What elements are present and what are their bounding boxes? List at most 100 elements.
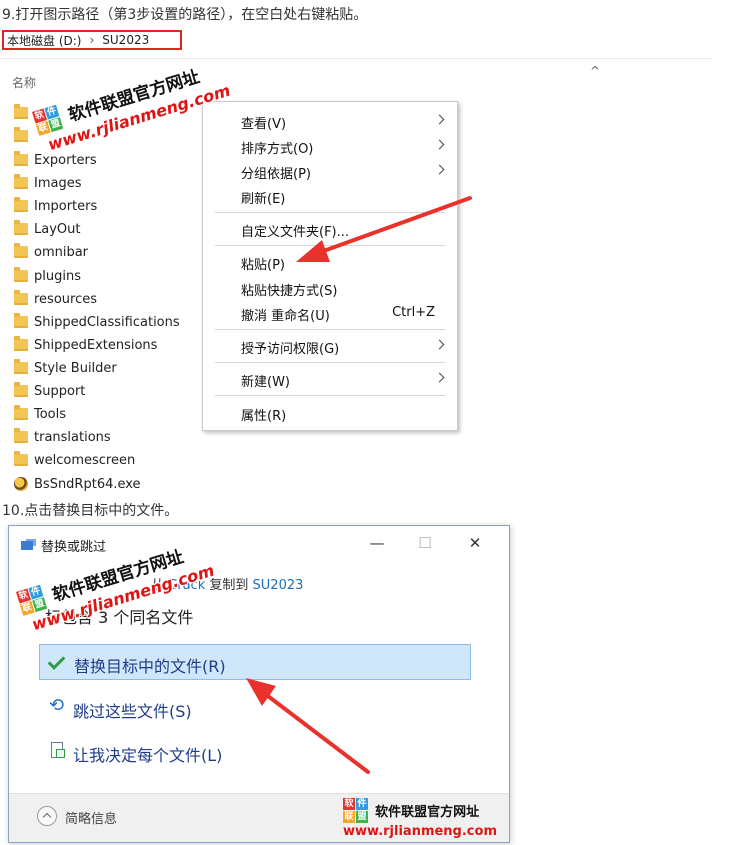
menu-item-group-by[interactable]: 分组依据(P) — [203, 159, 457, 183]
folder-icon — [14, 151, 28, 166]
file-list-item[interactable]: ShippedExtensions — [14, 335, 157, 355]
folder-icon — [14, 220, 28, 235]
menu-item-customize-folder[interactable]: 自定义文件夹(F)... — [203, 217, 457, 241]
menu-item-sort-by[interactable]: 排序方式(O) — [203, 134, 457, 158]
skip-files-option[interactable]: ⟲ 跳过这些文件(S) — [39, 690, 471, 726]
replace-label: 替换目标中的文件(R) — [74, 657, 226, 676]
close-button[interactable]: ✕ — [465, 534, 485, 552]
skip-icon: ⟲ — [49, 695, 65, 716]
menu-item-give-access[interactable]: 授予访问权限(G) — [203, 334, 457, 358]
menu-item-label: 自定义文件夹(F)... — [241, 225, 350, 240]
folder-icon — [14, 267, 28, 282]
breadcrumb-folder[interactable]: SU2023 — [102, 33, 149, 47]
collapse-details-button[interactable] — [37, 806, 57, 826]
file-list-item[interactable]: translations — [14, 427, 111, 447]
menu-item-label: 粘贴快捷方式(S) — [241, 284, 338, 299]
menu-separator — [215, 245, 445, 246]
watermark-url: www.rjlianmeng.com — [343, 824, 497, 839]
menu-item-paste[interactable]: 粘贴(P) — [203, 250, 457, 274]
file-list-item[interactable]: Tools — [14, 404, 66, 424]
minimize-button[interactable]: — — [367, 534, 387, 552]
maximize-button: ☐ — [418, 534, 432, 552]
dialog-title: 替换或跳过 — [41, 540, 107, 555]
details-label[interactable]: 简略信息 — [65, 808, 117, 827]
logo-char: 盟 — [356, 811, 368, 823]
menu-item-label: 排序方式(O) — [241, 142, 314, 157]
chevron-right-icon — [434, 114, 445, 125]
folder-icon — [14, 359, 28, 374]
folder-icon — [14, 197, 28, 212]
file-name: Support — [34, 383, 86, 399]
menu-item-label: 撤消 重命名(U) — [241, 309, 330, 324]
chevron-right-icon — [434, 339, 445, 350]
folder-icon — [14, 428, 28, 443]
menu-item-undo-rename[interactable]: 撤消 重命名(U) Ctrl+Z — [203, 301, 457, 325]
file-name: BsSndRpt64.exe — [34, 476, 141, 492]
file-list-item[interactable]: LayOut — [14, 219, 80, 239]
folder-icon — [14, 336, 28, 351]
menu-item-shortcut: Ctrl+Z — [392, 305, 435, 320]
decide-each-file-option[interactable]: 让我决定每个文件(L) — [39, 734, 471, 770]
file-name: resources — [34, 291, 98, 307]
folder-icon — [14, 127, 28, 142]
step9-caption: 9.打开图示路径（第3步设置的路径），在空白处右键粘贴。 — [2, 7, 368, 23]
menu-item-label: 分组依据(P) — [241, 167, 311, 182]
breadcrumb[interactable]: 本地磁盘 (D:) › SU2023 — [2, 30, 182, 50]
file-list-item[interactable] — [14, 103, 34, 123]
folder-icon — [14, 290, 28, 305]
file-list-item[interactable]: Support — [14, 381, 85, 401]
file-name: LayOut — [34, 221, 81, 237]
file-list-item[interactable]: plugins — [14, 266, 81, 286]
exe-file-icon — [14, 477, 28, 491]
menu-item-new[interactable]: 新建(W) — [203, 367, 457, 391]
file-name: Style Builder — [34, 360, 117, 376]
menu-item-view[interactable]: 查看(V) — [203, 109, 457, 133]
skip-label: 跳过这些文件(S) — [73, 702, 192, 721]
chevron-right-icon — [434, 372, 445, 383]
file-list-item[interactable]: Images — [14, 173, 82, 193]
folder-icon — [14, 382, 28, 397]
chevron-right-icon — [434, 164, 445, 175]
file-list-item[interactable]: ShippedClassifications — [14, 312, 180, 332]
file-list-item[interactable]: Style Builder — [14, 358, 117, 378]
decide-label: 让我决定每个文件(L) — [73, 746, 223, 765]
dest-link[interactable]: SU2023 — [253, 578, 304, 593]
file-name: plugins — [34, 268, 81, 284]
breadcrumb-drive[interactable]: 本地磁盘 (D:) — [7, 32, 81, 49]
menu-separator — [215, 395, 445, 396]
watermark-name: 软件联盟官方网址 — [375, 805, 480, 820]
menu-item-label: 属性(R) — [241, 409, 287, 424]
menu-item-paste-shortcut[interactable]: 粘贴快捷方式(S) — [203, 276, 457, 300]
file-name: welcomescreen — [34, 452, 136, 468]
folder-icon — [14, 174, 28, 189]
folder-icon — [14, 104, 28, 119]
file-list-item[interactable]: BsSndRpt64.exe — [14, 474, 141, 494]
file-name: Images — [34, 175, 82, 191]
file-list-item[interactable]: omnibar — [14, 242, 88, 262]
menu-item-refresh[interactable]: 刷新(E) — [203, 184, 457, 208]
file-name: translations — [34, 429, 111, 445]
breadcrumb-chevron-icon: › — [89, 33, 95, 47]
menu-item-label: 查看(V) — [241, 117, 287, 132]
file-list-item[interactable] — [14, 126, 34, 146]
replace-files-option[interactable]: 替换目标中的文件(R) — [39, 644, 471, 680]
folder-icon — [14, 243, 28, 258]
file-list-item[interactable]: Exporters — [14, 150, 97, 170]
menu-separator — [215, 212, 445, 213]
folder-icon — [14, 405, 28, 420]
compare-files-icon — [51, 742, 65, 758]
watermark-logo: 软 件 联 盟 — [343, 798, 368, 823]
file-list-item[interactable]: welcomescreen — [14, 450, 135, 470]
menu-item-properties[interactable]: 属性(R) — [203, 401, 457, 425]
menu-separator — [215, 329, 445, 330]
file-list-item[interactable]: resources — [14, 289, 97, 309]
logo-char: 联 — [343, 811, 355, 823]
file-name: Tools — [34, 406, 67, 422]
file-list-item[interactable]: Importers — [14, 196, 97, 216]
column-header-name[interactable]: 名称 — [12, 74, 36, 91]
logo-char: 盟 — [32, 597, 48, 613]
context-menu: 查看(V) 排序方式(O) 分组依据(P) 刷新(E) 自定义文件夹(F)...… — [202, 101, 458, 431]
menu-item-label: 刷新(E) — [241, 192, 286, 207]
file-name: Exporters — [34, 152, 97, 168]
sort-caret-icon[interactable]: ^ — [590, 64, 600, 78]
